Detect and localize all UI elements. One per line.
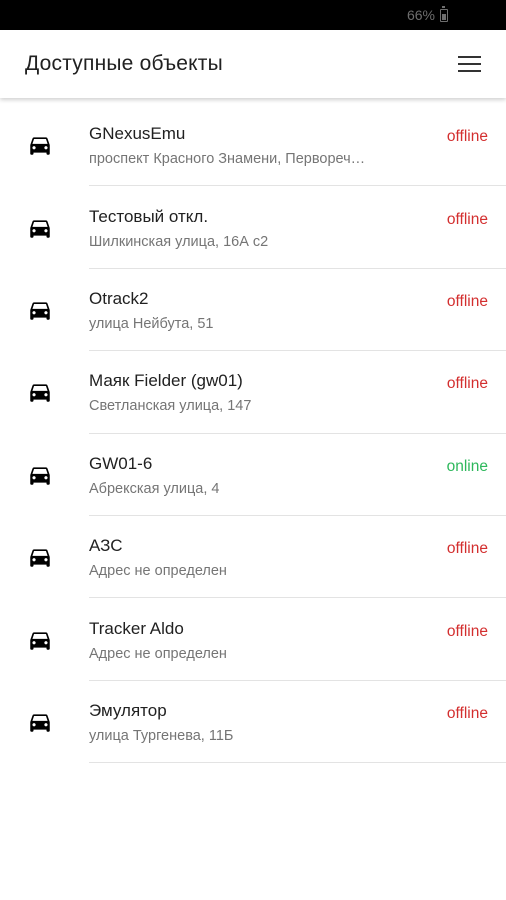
- object-address: улица Нейбута, 51: [89, 315, 214, 332]
- car-icon: [30, 219, 50, 238]
- car-icon: [30, 631, 50, 650]
- object-address: Адрес не определен: [89, 645, 227, 662]
- object-address: Абрекская улица, 4: [89, 480, 220, 497]
- car-icon: [30, 467, 50, 485]
- object-name: Маяк Fielder (gw01): [89, 371, 243, 391]
- battery-icon: [440, 5, 448, 22]
- list-item[interactable]: GNexusEmu проспект Красного Знамени, Пер…: [0, 104, 506, 187]
- hamburger-menu-icon: [457, 55, 481, 59]
- page-title: Доступные объекты: [25, 52, 223, 75]
- object-address: Светланская улица, 147: [89, 398, 252, 415]
- objects-list: GNexusEmu проспект Красного Знамени, Пер…: [0, 98, 506, 764]
- object-name: Tracker Aldo: [89, 618, 184, 638]
- list-item[interactable]: Эмулятор улица Тургенева, 11Б offline: [0, 681, 506, 764]
- status-label: online: [446, 457, 488, 475]
- object-name: АЗС: [89, 536, 123, 556]
- object-address: Шилкинская улица, 16А с2: [89, 233, 269, 250]
- list-item[interactable]: Тестовый откл. Шилкинская улица, 16А с2 …: [0, 186, 506, 269]
- car-icon: [30, 714, 50, 732]
- status-label: offline: [446, 210, 488, 228]
- object-address: Адрес не определен: [89, 563, 227, 580]
- list-item[interactable]: АЗС Адрес не определен offline: [0, 516, 506, 599]
- list-item[interactable]: Otrack2 улица Нейбута, 51 offline: [0, 269, 506, 352]
- list-item[interactable]: Tracker Aldo Адрес не определен offline: [0, 598, 506, 681]
- status-bar: 66%: [0, 0, 506, 30]
- object-name: Otrack2: [89, 288, 149, 308]
- battery-percent: 66%: [406, 7, 435, 23]
- object-name: Тестовый откл.: [89, 206, 209, 226]
- list-item[interactable]: GW01-6 Абрекская улица, 4 online: [0, 434, 506, 516]
- status-label: offline: [446, 622, 488, 640]
- object-name: GNexusEmu: [89, 124, 186, 144]
- list-item[interactable]: Маяк Fielder (gw01) Светланская улица, 1…: [0, 351, 506, 434]
- object-name: GW01-6: [89, 453, 153, 473]
- status-label: offline: [446, 375, 488, 393]
- menu-button[interactable]: [452, 47, 486, 81]
- car-icon: [30, 137, 50, 155]
- car-icon: [30, 302, 50, 320]
- object-address: улица Тургенева, 11Б: [89, 727, 234, 744]
- status-label: offline: [446, 292, 488, 310]
- divider: [89, 762, 506, 764]
- status-label: offline: [446, 704, 488, 722]
- object-name: Эмулятор: [89, 700, 167, 720]
- status-label: offline: [446, 128, 488, 146]
- object-address: проспект Красного Знамени, Первореч…: [89, 151, 366, 168]
- app-bar: Доступные объекты: [0, 30, 506, 98]
- car-icon: [30, 549, 50, 567]
- status-label: offline: [446, 540, 488, 558]
- car-icon: [30, 384, 50, 403]
